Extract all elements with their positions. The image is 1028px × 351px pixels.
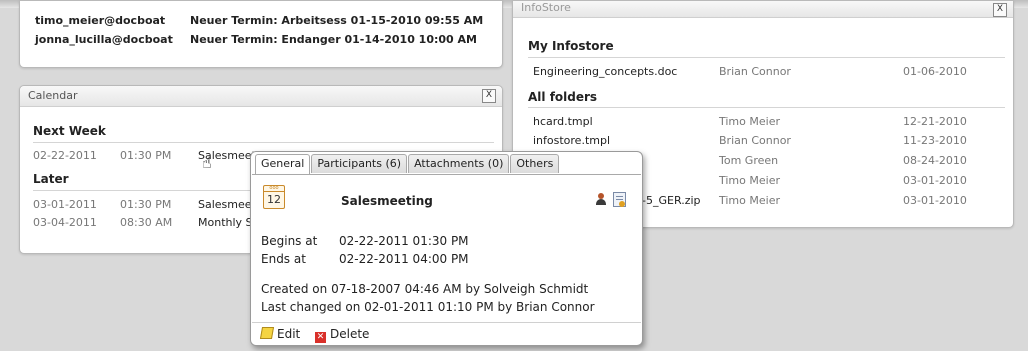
tab-attachments[interactable]: Attachments (0) bbox=[408, 154, 510, 173]
later-heading: Later bbox=[33, 172, 69, 186]
file-date: 08-24-2010 bbox=[903, 154, 967, 167]
calendar-close-button[interactable]: X bbox=[482, 89, 496, 103]
file-owner: Brian Connor bbox=[719, 65, 791, 78]
all-folders-heading: All folders bbox=[528, 90, 598, 104]
ends-label: Ends at bbox=[261, 252, 306, 266]
calendar-icon-day: 12 bbox=[267, 193, 281, 206]
tab-divider bbox=[252, 174, 641, 175]
divider bbox=[33, 142, 494, 143]
delete-label: Delete bbox=[330, 327, 370, 341]
file-date: 03-01-2010 bbox=[903, 174, 967, 187]
calendar-title: Calendar bbox=[28, 89, 78, 102]
edit-button[interactable]: Edit bbox=[259, 327, 301, 341]
event-title[interactable]: Salesmee bbox=[198, 198, 252, 211]
begins-label: Begins at bbox=[261, 234, 318, 248]
edit-label: Edit bbox=[277, 327, 301, 341]
event-date[interactable]: 03-04-2011 bbox=[33, 216, 97, 229]
divider bbox=[528, 57, 1005, 58]
event-date[interactable]: 02-22-2011 bbox=[33, 149, 97, 162]
changed-info: Last changed on 02-01-2011 01:10 PM by B… bbox=[261, 300, 595, 314]
mail-from-1[interactable]: timo_meier@docboat bbox=[35, 14, 165, 27]
divider bbox=[528, 107, 1005, 108]
infostore-close-button[interactable]: X bbox=[993, 3, 1007, 17]
file-name[interactable]: infostore.tmpl bbox=[533, 134, 610, 147]
file-date: 01-06-2010 bbox=[903, 65, 967, 78]
file-owner: Tom Green bbox=[719, 154, 779, 167]
file-date: 03-01-2010 bbox=[903, 194, 967, 207]
event-time[interactable]: 01:30 PM bbox=[120, 198, 171, 211]
mail-panel: timo_meier@docboat Neuer Termin: Arbeits… bbox=[19, 0, 503, 68]
calendar-icon: ooo 12 bbox=[263, 185, 285, 209]
appointment-popup: General Participants (6) Attachments (0)… bbox=[250, 151, 643, 346]
footer-divider bbox=[252, 322, 641, 323]
infostore-header: InfoStore X bbox=[513, 1, 1013, 18]
export-icon[interactable] bbox=[613, 192, 626, 207]
created-info: Created on 07-18-2007 04:46 AM by Solvei… bbox=[261, 282, 589, 296]
participants-icon[interactable] bbox=[595, 193, 607, 205]
delete-icon: ✕ bbox=[315, 332, 326, 343]
mail-subject-1[interactable]: Neuer Termin: Arbeitsess 01-15-2010 09:5… bbox=[190, 14, 483, 27]
file-name[interactable]: -5_GER.zip bbox=[642, 194, 701, 207]
next-week-heading: Next Week bbox=[33, 124, 106, 138]
mail-from-2[interactable]: jonna_lucilla@docboat bbox=[35, 33, 173, 46]
delete-button[interactable]: ✕ Delete bbox=[315, 327, 369, 343]
begins-value: 02-22-2011 01:30 PM bbox=[339, 234, 469, 248]
file-date: 11-23-2010 bbox=[903, 134, 967, 147]
my-infostore-heading: My Infostore bbox=[528, 39, 614, 53]
file-date: 12-21-2010 bbox=[903, 115, 967, 128]
appointment-title: Salesmeeting bbox=[341, 194, 433, 208]
file-name[interactable]: hcard.tmpl bbox=[533, 115, 593, 128]
popup-tabs: General Participants (6) Attachments (0)… bbox=[255, 154, 560, 174]
file-owner: Timo Meier bbox=[719, 115, 780, 128]
infostore-title: InfoStore bbox=[521, 1, 571, 14]
calendar-header: Calendar X bbox=[20, 86, 502, 107]
event-time[interactable]: 08:30 AM bbox=[120, 216, 172, 229]
event-time[interactable]: 01:30 PM bbox=[120, 149, 171, 162]
mail-subject-2[interactable]: Neuer Termin: Endanger 01-14-2010 10:00 … bbox=[190, 33, 477, 46]
file-owner: Timo Meier bbox=[719, 194, 780, 207]
event-date[interactable]: 03-01-2011 bbox=[33, 198, 97, 211]
ends-value: 02-22-2011 04:00 PM bbox=[339, 252, 469, 266]
tab-general[interactable]: General bbox=[255, 154, 311, 174]
tab-others[interactable]: Others bbox=[510, 154, 560, 173]
file-owner: Brian Connor bbox=[719, 134, 791, 147]
file-name[interactable]: Engineering_concepts.doc bbox=[533, 65, 677, 78]
event-title[interactable]: Monthly S bbox=[198, 216, 253, 229]
tab-participants[interactable]: Participants (6) bbox=[311, 154, 408, 173]
hand-cursor-icon: ☝ bbox=[202, 153, 212, 172]
edit-icon bbox=[259, 327, 275, 339]
file-owner: Timo Meier bbox=[719, 174, 780, 187]
